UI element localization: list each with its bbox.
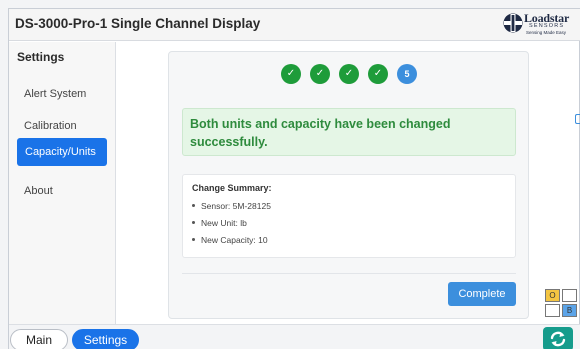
complete-button[interactable]: Complete	[448, 282, 516, 306]
summary-item-unit: New Unit: lb	[192, 218, 271, 235]
tab-main[interactable]: Main	[10, 329, 68, 349]
loadstar-logo: Loadstar SENSORS Sensing Made Easy	[503, 11, 577, 39]
app-title: DS-3000-Pro-1 Single Channel Display	[15, 16, 261, 31]
sidebar-item-about[interactable]: About	[24, 185, 53, 197]
refresh-button[interactable]	[543, 327, 573, 349]
refresh-icon	[550, 331, 566, 347]
settings-sidebar: Settings Alert System Calibration Capaci…	[9, 42, 116, 324]
header-bar: DS-3000-Pro-1 Single Channel Display Loa…	[9, 9, 580, 41]
step-4-complete-icon: ✓	[368, 64, 388, 84]
indicator-empty-top	[562, 289, 577, 302]
summary-item-capacity: New Capacity: 10	[192, 235, 271, 252]
logo-sensors: SENSORS	[529, 23, 565, 29]
step-1-complete-icon: ✓	[281, 64, 301, 84]
progress-stepper: ✓ ✓ ✓ ✓ 5	[169, 64, 528, 86]
sidebar-item-calibration[interactable]: Calibration	[24, 120, 77, 132]
status-indicator: O B	[545, 289, 579, 319]
summary-item-sensor: Sensor: 5M-28125	[192, 201, 271, 218]
loadstar-logo-icon	[503, 13, 523, 33]
wizard-card: ✓ ✓ ✓ ✓ 5 Both units and capacity have b…	[168, 51, 529, 319]
step-2-complete-icon: ✓	[310, 64, 330, 84]
tab-settings[interactable]: Settings	[72, 329, 139, 349]
indicator-b: B	[562, 304, 577, 317]
footer-bar: Main Settings	[9, 324, 580, 349]
card-divider	[182, 273, 516, 274]
step-3-complete-icon: ✓	[339, 64, 359, 84]
app-window: DS-3000-Pro-1 Single Channel Display Loa…	[8, 8, 580, 349]
change-summary: Change Summary: Sensor: 5M-28125 New Uni…	[182, 174, 516, 258]
summary-title: Change Summary:	[192, 183, 272, 193]
logo-tagline: Sensing Made Easy	[526, 30, 567, 35]
success-alert: Both units and capacity have been change…	[182, 108, 516, 156]
summary-list: Sensor: 5M-28125 New Unit: lb New Capaci…	[192, 201, 271, 252]
edge-bracket-icon	[575, 114, 580, 124]
indicator-empty-bottom	[545, 304, 560, 317]
step-5-current: 5	[397, 64, 417, 84]
sidebar-item-alert-system[interactable]: Alert System	[24, 88, 86, 100]
success-message: Both units and capacity have been change…	[190, 117, 451, 149]
indicator-o: O	[545, 289, 560, 302]
sidebar-heading: Settings	[17, 50, 65, 64]
sidebar-item-capacity-units[interactable]: Capacity/Units	[17, 138, 107, 166]
